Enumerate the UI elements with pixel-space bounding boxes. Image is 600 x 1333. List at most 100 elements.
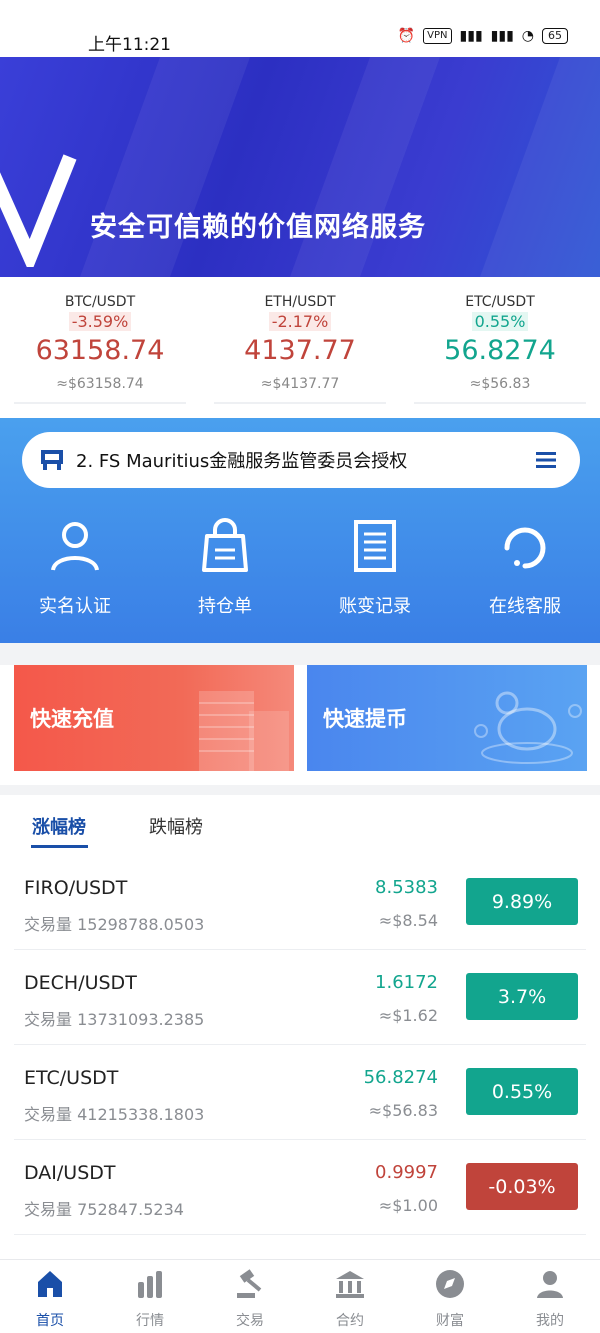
row-pair: DAI/USDT [24, 1162, 116, 1184]
nav-label: 行情 [136, 1313, 164, 1329]
nav-label: 交易 [236, 1313, 264, 1329]
ticker-strip: BTC/USDT -3.59% 63158.74 ≈$63158.74 ETH/… [0, 280, 600, 410]
row-price: 56.8274 [363, 1067, 438, 1088]
nav-profile[interactable]: 我的 [500, 1260, 600, 1333]
market-icon [138, 1271, 162, 1298]
nav-contract[interactable]: 合约 [300, 1260, 400, 1333]
battery-indicator: 65 [542, 28, 568, 44]
ticker-eth[interactable]: ETH/USDT -2.17% 4137.77 ≈$4137.77 [200, 280, 400, 410]
row-usd-value: ≈$1.00 [378, 1196, 438, 1215]
ticker-pair: ETC/USDT [465, 294, 535, 310]
row-price: 0.9997 [375, 1162, 438, 1183]
action-cards: 快速充值 快速提币 [0, 665, 600, 785]
nav-wealth[interactable]: 财富 [400, 1260, 500, 1333]
ranking-tabs: 涨幅榜 跌幅榜 [0, 795, 600, 855]
change-badge: 9.89% [466, 878, 578, 925]
ticker-etc[interactable]: ETC/USDT 0.55% 56.8274 ≈$56.83 [400, 280, 600, 410]
bag-icon [202, 518, 248, 572]
nav-label: 我的 [536, 1313, 564, 1329]
banner-title: 安全可信赖的价值网络服务 [90, 212, 426, 243]
row-volume: 交易量 15298788.0503 [24, 915, 205, 934]
quick-withdraw-card[interactable]: 快速提币 [307, 665, 587, 771]
wealth-icon [436, 1270, 464, 1298]
ticker-change: 0.55% [471, 312, 529, 331]
change-badge: 3.7% [466, 973, 578, 1020]
quick-link-history[interactable]: 账变记录 [300, 518, 450, 618]
market-row[interactable]: DECH/USDT 交易量 13731093.2385 1.6172 ≈$1.6… [14, 950, 586, 1045]
row-usd-value: ≈$1.62 [378, 1006, 438, 1025]
ticker-btc[interactable]: BTC/USDT -3.59% 63158.74 ≈$63158.74 [0, 280, 200, 410]
hero-banner[interactable]: 安全可信赖的价值网络服务 [0, 57, 600, 277]
status-indicators: ⏰ VPN ▮▮▮ ▮▮▮ ◔ 65 [398, 28, 568, 44]
quick-link-label: 在线客服 [489, 596, 561, 617]
market-list: FIRO/USDT 交易量 15298788.0503 8.5383 ≈$8.5… [0, 855, 600, 1235]
status-time: 上午11:21 [88, 35, 171, 55]
banner-decoration [289, 57, 441, 277]
row-volume: 交易量 752847.5234 [24, 1200, 184, 1219]
user-icon [51, 522, 99, 571]
ticker-change: -2.17% [268, 312, 332, 331]
market-row[interactable]: FIRO/USDT 交易量 15298788.0503 8.5383 ≈$8.5… [14, 855, 586, 950]
change-badge: -0.03% [466, 1163, 578, 1210]
quick-link-verification[interactable]: 实名认证 [0, 518, 150, 618]
notice-bar[interactable]: 2. FS Mauritius金融服务监管委员会授权 [22, 432, 580, 488]
row-pair: FIRO/USDT [24, 877, 128, 899]
home-icon [38, 1271, 62, 1297]
market-row[interactable]: ETC/USDT 交易量 41215338.1803 56.8274 ≈$56.… [14, 1045, 586, 1140]
nav-label: 财富 [436, 1313, 464, 1329]
quick-withdraw-label: 快速提币 [323, 707, 407, 731]
ticker-price: 4137.77 [244, 335, 356, 366]
quick-link-label: 持仓单 [198, 596, 252, 617]
ticker-usd-value: ≈$4137.77 [260, 376, 340, 392]
quick-link-support[interactable]: 在线客服 [450, 518, 600, 618]
checkmark-logo-icon [0, 154, 77, 267]
ticker-usd-value: ≈$56.83 [469, 376, 531, 392]
nav-trade[interactable]: 交易 [200, 1260, 300, 1333]
quick-links: 实名认证 持仓单 账变记录 在线客服 [0, 518, 600, 618]
document-icon [354, 520, 396, 572]
section-divider [0, 643, 600, 665]
quick-link-positions[interactable]: 持仓单 [150, 518, 300, 618]
nav-label: 合约 [336, 1313, 364, 1329]
alarm-icon: ⏰ [397, 28, 416, 44]
ticker-pair: ETH/USDT [264, 294, 336, 310]
row-price: 1.6172 [375, 972, 438, 993]
banner-decoration [479, 57, 600, 277]
piggy-bank-decoration-icon [474, 691, 582, 764]
change-badge: 0.55% [466, 1068, 578, 1115]
row-pair: ETC/USDT [24, 1067, 119, 1089]
quick-deposit-card[interactable]: 快速充值 [14, 665, 294, 771]
ticker-price: 56.8274 [444, 335, 556, 366]
nav-market[interactable]: 行情 [100, 1260, 200, 1333]
quick-deposit-label: 快速充值 [30, 707, 114, 731]
bottom-nav: 首页 行情 交易 合约 财富 我的 [0, 1259, 600, 1333]
row-price: 8.5383 [375, 877, 438, 898]
row-usd-value: ≈$56.83 [368, 1101, 438, 1120]
signal-icon: ▮▮▮ [459, 28, 483, 44]
ticker-pair: BTC/USDT [64, 294, 136, 310]
signal-icon-2: ▮▮▮ [490, 28, 514, 44]
notice-text: 2. FS Mauritius金融服务监管委员会授权 [76, 451, 408, 472]
contract-icon [336, 1271, 364, 1298]
banner-decoration [79, 57, 251, 277]
market-row[interactable]: DAI/USDT 交易量 752847.5234 0.9997 ≈$1.00 -… [14, 1140, 586, 1235]
ticker-usd-value: ≈$63158.74 [56, 376, 144, 392]
ticker-change: -3.59% [68, 312, 132, 331]
quick-link-label: 实名认证 [39, 596, 111, 617]
nav-home[interactable]: 首页 [0, 1260, 100, 1333]
wifi-icon: ◔ [521, 28, 534, 44]
quick-panel: 2. FS Mauritius金融服务监管委员会授权 实名认证 持仓单 账变记录… [0, 418, 600, 643]
profile-icon [537, 1271, 563, 1298]
status-bar: 上午11:21 ⏰ VPN ▮▮▮ ▮▮▮ ◔ 65 [0, 0, 600, 56]
support-icon [504, 527, 546, 569]
tab-losers[interactable]: 跌幅榜 [149, 813, 203, 839]
row-volume: 交易量 41215338.1803 [24, 1105, 205, 1124]
tab-gainers[interactable]: 涨幅榜 [32, 813, 86, 839]
row-usd-value: ≈$8.54 [378, 911, 438, 930]
nav-label: 首页 [36, 1313, 64, 1329]
vpn-indicator: VPN [423, 28, 452, 44]
menu-icon[interactable] [536, 451, 556, 469]
building-decoration-icon [199, 691, 289, 771]
trade-icon [237, 1269, 262, 1298]
section-divider [0, 785, 600, 795]
